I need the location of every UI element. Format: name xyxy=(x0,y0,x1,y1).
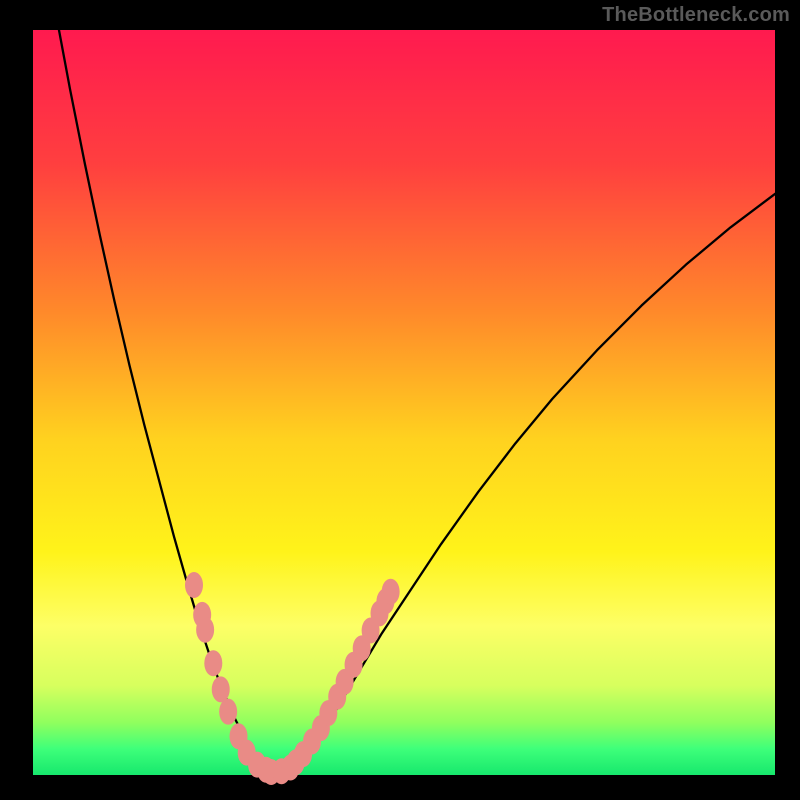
data-marker xyxy=(219,699,237,725)
data-marker xyxy=(212,676,230,702)
chart-frame: TheBottleneck.com xyxy=(0,0,800,800)
data-marker xyxy=(204,650,222,676)
data-marker xyxy=(382,579,400,605)
data-marker xyxy=(185,572,203,598)
data-marker xyxy=(196,617,214,643)
plot-background xyxy=(33,30,775,775)
bottleneck-chart xyxy=(0,0,800,800)
